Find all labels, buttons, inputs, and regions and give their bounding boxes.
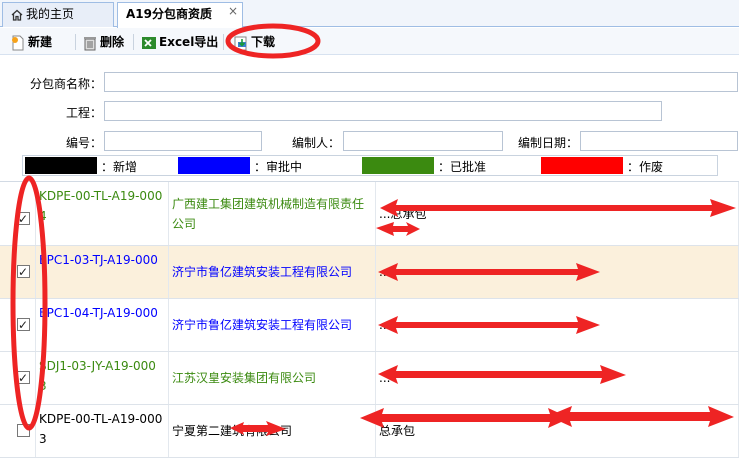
row-code[interactable]: EPC1-04-TJ-A19-000	[36, 299, 169, 351]
row-checkbox-cell	[0, 352, 36, 404]
new-icon	[12, 35, 24, 50]
tab-strip: 我的主页 A19分包商资质 ×	[0, 0, 739, 28]
new-button-label: 新建	[28, 35, 53, 49]
date-label: 编制日期：	[517, 136, 578, 150]
row-checkbox-cell	[0, 182, 36, 245]
row-name-cell: 济宁市鲁亿建筑安装工程有限公司	[169, 299, 376, 351]
row-scope: 总承包	[379, 424, 416, 438]
row-scope: ...总承包	[379, 206, 427, 221]
row-name[interactable]: 济宁市鲁亿建筑安装工程有限公司	[172, 315, 352, 335]
download-button[interactable]: 下载	[233, 32, 275, 52]
row-scope-cell: 总承包	[376, 405, 739, 457]
project-input[interactable]	[104, 101, 662, 121]
legend-label-void: ：作废	[627, 160, 664, 174]
status-legend: ：新增 ：审批中 ：已批准 ：作废	[22, 155, 718, 176]
row-scope-cell: ...	[376, 352, 739, 404]
excel-export-label: Excel导出	[159, 35, 219, 49]
legend-label-approved: ：已批准	[438, 160, 487, 174]
subcontractor-name-input[interactable]	[104, 72, 738, 92]
subcontractor-name-label: 分包商名称：	[29, 77, 102, 91]
home-icon	[11, 9, 23, 21]
legend-swatch-pending	[178, 157, 250, 174]
project-label: 工程：	[65, 106, 102, 120]
row-scope: ...	[379, 371, 391, 385]
toolbar-divider	[133, 34, 134, 50]
row-code[interactable]: KDPE-00-TL-A19-000 3	[36, 405, 169, 457]
legend-label-new: ：新增	[101, 160, 138, 174]
row-name-cell: 江苏汉皇安装集团有限公司	[169, 352, 376, 404]
row-name[interactable]: 广西建工集团建筑机械制造有限责任公司	[172, 194, 372, 234]
row-scope-cell: ...总承包	[376, 182, 739, 245]
table-row[interactable]: EPC1-04-TJ-A19-000 济宁市鲁亿建筑安装工程有限公司 ...	[0, 299, 739, 352]
author-input[interactable]	[343, 131, 503, 151]
row-code[interactable]: EPC1-03-TJ-A19-000	[36, 246, 169, 298]
download-icon	[234, 36, 247, 50]
delete-button-label: 删除	[100, 35, 125, 49]
date-input[interactable]	[580, 131, 738, 151]
trash-icon	[84, 36, 96, 50]
row-scope: ...	[379, 265, 391, 279]
excel-export-button[interactable]: Excel导出	[141, 32, 218, 52]
tab-home[interactable]: 我的主页	[2, 2, 114, 27]
row-name-cell: 济宁市鲁亿建筑安装工程有限公司	[169, 246, 376, 298]
legend-swatch-approved	[362, 157, 434, 174]
row-checkbox-cell	[0, 246, 36, 298]
close-icon[interactable]: ×	[228, 0, 238, 23]
row-code[interactable]: KDPE-00-TL-A19-000 4	[36, 182, 169, 245]
tab-active-label: A19分包商资质	[126, 7, 212, 21]
table-row[interactable]: EPC1-03-TJ-A19-000 济宁市鲁亿建筑安装工程有限公司 ...	[0, 246, 739, 299]
row-checkbox[interactable]	[17, 262, 30, 282]
qualification-grid: KDPE-00-TL-A19-000 4 广西建工集团建筑机械制造有限责任公司 …	[0, 181, 739, 469]
row-name[interactable]: 济宁市鲁亿建筑安装工程有限公司	[172, 262, 352, 282]
legend-label-pending: ：审批中	[254, 160, 303, 174]
row-name-cell: 广西建工集团建筑机械制造有限责任公司	[169, 182, 376, 245]
delete-button[interactable]: 删除	[82, 32, 124, 52]
row-scope: ...	[379, 318, 391, 332]
row-checkbox[interactable]	[17, 209, 30, 229]
row-checkbox-cell	[0, 405, 36, 457]
new-button[interactable]: 新建	[10, 32, 52, 52]
row-checkbox[interactable]	[17, 368, 30, 388]
author-label: 编制人：	[291, 136, 340, 150]
toolbar: 新建 删除 Excel导出 下载	[0, 28, 739, 55]
table-row[interactable]: SDJ1-03-JY-A19-000 3 江苏汉皇安装集团有限公司 ...	[0, 352, 739, 405]
tab-home-label: 我的主页	[26, 7, 75, 21]
table-row[interactable]: KDPE-00-TL-A19-000 3 宁夏第二建筑有限公司 总承包	[0, 405, 739, 458]
toolbar-divider	[223, 34, 224, 50]
tab-subcontractor-qualification[interactable]: A19分包商资质 ×	[117, 2, 243, 28]
row-name[interactable]: 宁夏第二建筑有限公司	[172, 421, 292, 441]
legend-swatch-new	[25, 157, 97, 174]
excel-icon	[142, 36, 156, 49]
code-input[interactable]	[104, 131, 262, 151]
row-code[interactable]: SDJ1-03-JY-A19-000 3	[36, 352, 169, 404]
row-checkbox[interactable]	[17, 315, 30, 335]
code-label: 编号：	[65, 136, 102, 150]
row-scope-cell: ...	[376, 299, 739, 351]
legend-swatch-void	[541, 157, 623, 174]
row-checkbox-cell	[0, 299, 36, 351]
toolbar-divider	[75, 34, 76, 50]
row-name-cell: 宁夏第二建筑有限公司	[169, 405, 376, 457]
row-name[interactable]: 江苏汉皇安装集团有限公司	[172, 368, 316, 388]
table-row[interactable]: KDPE-00-TL-A19-000 4 广西建工集团建筑机械制造有限责任公司 …	[0, 182, 739, 246]
row-scope-cell: ...	[376, 246, 739, 298]
row-checkbox[interactable]	[17, 424, 30, 437]
download-button-label: 下载	[251, 35, 276, 49]
